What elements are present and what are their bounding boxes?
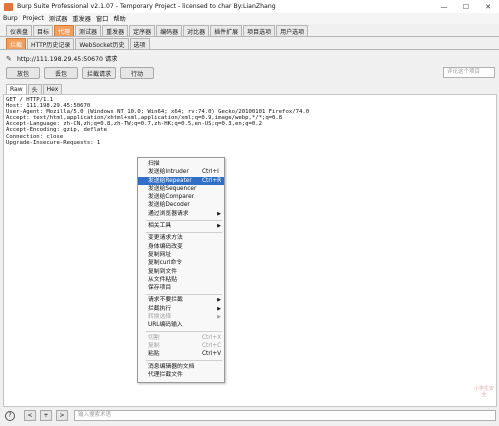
tab-target[interactable]: 目标 xyxy=(33,25,54,36)
tab-intercept[interactable]: 拦截 xyxy=(6,38,27,49)
message-editor[interactable]: GET / HTTP/1.1 Host: 111.198.29.45:50670… xyxy=(3,94,497,407)
menu-item-send-to-intruder[interactable]: 发送给Intruder Ctrl+I xyxy=(138,168,224,176)
menu-item-save-item[interactable]: 保存项目 xyxy=(138,284,224,292)
tab-proxy[interactable]: 代理 xyxy=(54,25,75,36)
tab-options[interactable]: 选项 xyxy=(129,38,150,49)
menu-separator xyxy=(146,231,222,233)
main-tabs: 仪表盘 目标 代理 测试器 重发器 定序器 编码器 对比器 插件扩展 项目选项 … xyxy=(6,25,309,36)
menu-bar: Burp Project 测试器 重发器 窗口 帮助 xyxy=(0,13,499,24)
tab-hex[interactable]: Hex xyxy=(42,84,63,94)
menu-item-send-to-decoder[interactable]: 发送给Decoder xyxy=(138,201,224,209)
menu-repeater[interactable]: 重发器 xyxy=(72,14,91,23)
menu-window[interactable]: 窗口 xyxy=(96,14,108,23)
request-line: Upgrade-Insecure-Requests: 1 xyxy=(6,139,101,146)
menu-item-paste-from-file[interactable]: 从文件粘贴 xyxy=(138,276,224,284)
menu-separator xyxy=(146,293,222,295)
submenu-arrow-icon: ▶ xyxy=(217,297,221,304)
shortcut-label: Ctrl+I xyxy=(202,169,219,176)
menu-item-copy-curl[interactable]: 复制curl命令 xyxy=(138,259,224,267)
tab-raw[interactable]: Raw xyxy=(6,84,27,94)
window-title: Burp Suite Professional v2.1.07 - Tempor… xyxy=(17,3,276,10)
tab-intruder[interactable]: 测试器 xyxy=(75,25,102,36)
close-icon[interactable]: ✕ xyxy=(477,0,499,13)
tab-project-options[interactable]: 项目选项 xyxy=(243,25,276,36)
submenu-arrow-icon: ▶ xyxy=(217,223,221,230)
tab-decoder[interactable]: 编码器 xyxy=(156,25,183,36)
search-options-button[interactable]: + xyxy=(40,410,52,421)
menu-item-scan[interactable]: 扫描 xyxy=(138,160,224,168)
request-url: http://111.198.29.45:50670 请求 xyxy=(17,56,118,63)
pencil-icon: ✎ xyxy=(6,54,12,63)
submenu-arrow-icon: ▶ xyxy=(217,210,221,217)
menu-item-editor-docs[interactable]: 消息编辑器的文档 xyxy=(138,363,224,371)
tab-user-options[interactable]: 用户选项 xyxy=(276,25,309,36)
menu-item-cut: 切割 Ctrl+X xyxy=(148,334,222,341)
comment-input[interactable]: 评论这个项目 xyxy=(443,67,495,78)
search-input[interactable]: 输入搜索术语 xyxy=(74,410,496,421)
window-controls: — ☐ ✕ xyxy=(433,0,499,13)
divider xyxy=(0,49,499,50)
watermark: 小学生安全 xyxy=(473,386,494,398)
shortcut-label: Ctrl+C xyxy=(202,342,222,349)
tab-sequencer[interactable]: 定序器 xyxy=(129,25,156,36)
menu-burp[interactable]: Burp xyxy=(3,15,18,22)
menu-item-request-in-browser[interactable]: 通过浏览器请求 ▶ xyxy=(138,210,224,218)
shortcut-label: Ctrl+R xyxy=(202,177,222,184)
menu-item-engagement-tools[interactable]: 相关工具 ▶ xyxy=(138,222,224,230)
menu-item-convert-selection: 转换选择 ▶ xyxy=(148,314,221,321)
menu-item-change-body-encoding[interactable]: 身体编码改变 xyxy=(138,243,224,251)
proxy-sub-tabs: 拦截 HTTP历史记录 WebSocket历史 选项 xyxy=(6,38,151,49)
maximize-icon[interactable]: ☐ xyxy=(455,0,477,13)
menu-item-send-to-sequencer[interactable]: 发送给Sequencer xyxy=(138,185,224,193)
intercept-toggle-button[interactable]: 拦截请求 xyxy=(82,67,116,79)
menu-item-dont-intercept[interactable]: 请求不要拦截 ▶ xyxy=(138,296,224,304)
submenu-arrow-icon: ▶ xyxy=(217,305,221,312)
forward-button[interactable]: 放包 xyxy=(6,67,40,79)
tab-headers[interactable]: 头 xyxy=(27,84,42,94)
tab-dashboard[interactable]: 仪表盘 xyxy=(6,25,33,36)
menu-intruder[interactable]: 测试器 xyxy=(49,14,68,23)
menu-item-url-encode[interactable]: URL编码输入 xyxy=(138,321,224,329)
menu-item-do-intercept[interactable]: 拦截执行 ▶ xyxy=(138,305,224,313)
tab-comparer[interactable]: 对比器 xyxy=(183,25,210,36)
tab-extender[interactable]: 插件扩展 xyxy=(210,25,243,36)
menu-item-copy-to-file[interactable]: 复制到文件 xyxy=(138,268,224,276)
menu-item-change-request-method[interactable]: 变更请求方法 xyxy=(138,234,224,242)
tab-websocket-history[interactable]: WebSocket历史 xyxy=(75,38,129,49)
menu-item-send-to-comparer[interactable]: 发送给Comparer xyxy=(138,193,224,201)
divider xyxy=(0,36,499,37)
menu-separator xyxy=(146,331,222,333)
burp-logo-icon xyxy=(4,2,13,11)
menu-item-copy-url[interactable]: 复制网址 xyxy=(138,251,224,259)
help-icon[interactable]: ? xyxy=(5,411,15,421)
search-prev-button[interactable]: < xyxy=(24,410,36,421)
menu-item-copy: 复制 Ctrl+C xyxy=(148,342,222,349)
submenu-arrow-icon: ▶ xyxy=(217,314,221,321)
drop-button[interactable]: 丢包 xyxy=(44,67,78,79)
title-bar: Burp Suite Professional v2.1.07 - Tempor… xyxy=(0,0,499,13)
search-next-button[interactable]: > xyxy=(56,410,68,421)
menu-item-proxy-intercept-docs[interactable]: 代理拦截文件 xyxy=(138,371,224,379)
tab-repeater[interactable]: 重发器 xyxy=(102,25,129,36)
shortcut-label: Ctrl+V xyxy=(202,351,222,358)
minimize-icon[interactable]: — xyxy=(433,0,455,13)
menu-separator xyxy=(146,360,222,362)
request-info: ✎ http://111.198.29.45:50670 请求 xyxy=(6,54,118,64)
menu-item-paste[interactable]: 粘贴 Ctrl+V xyxy=(138,350,224,358)
action-button[interactable]: 行动 xyxy=(120,67,154,79)
shortcut-label: Ctrl+X xyxy=(202,334,222,341)
tab-http-history[interactable]: HTTP历史记录 xyxy=(27,38,75,49)
menu-project[interactable]: Project xyxy=(23,15,44,22)
context-menu: 扫描 发送给Intruder Ctrl+I 发送给Repeater Ctrl+R 发… xyxy=(137,157,225,383)
message-view-tabs: Raw 头 Hex xyxy=(6,84,63,94)
menu-item-send-to-repeater[interactable]: 发送给Repeater Ctrl+R xyxy=(138,176,224,185)
menu-separator xyxy=(146,219,222,221)
menu-help[interactable]: 帮助 xyxy=(113,14,125,23)
